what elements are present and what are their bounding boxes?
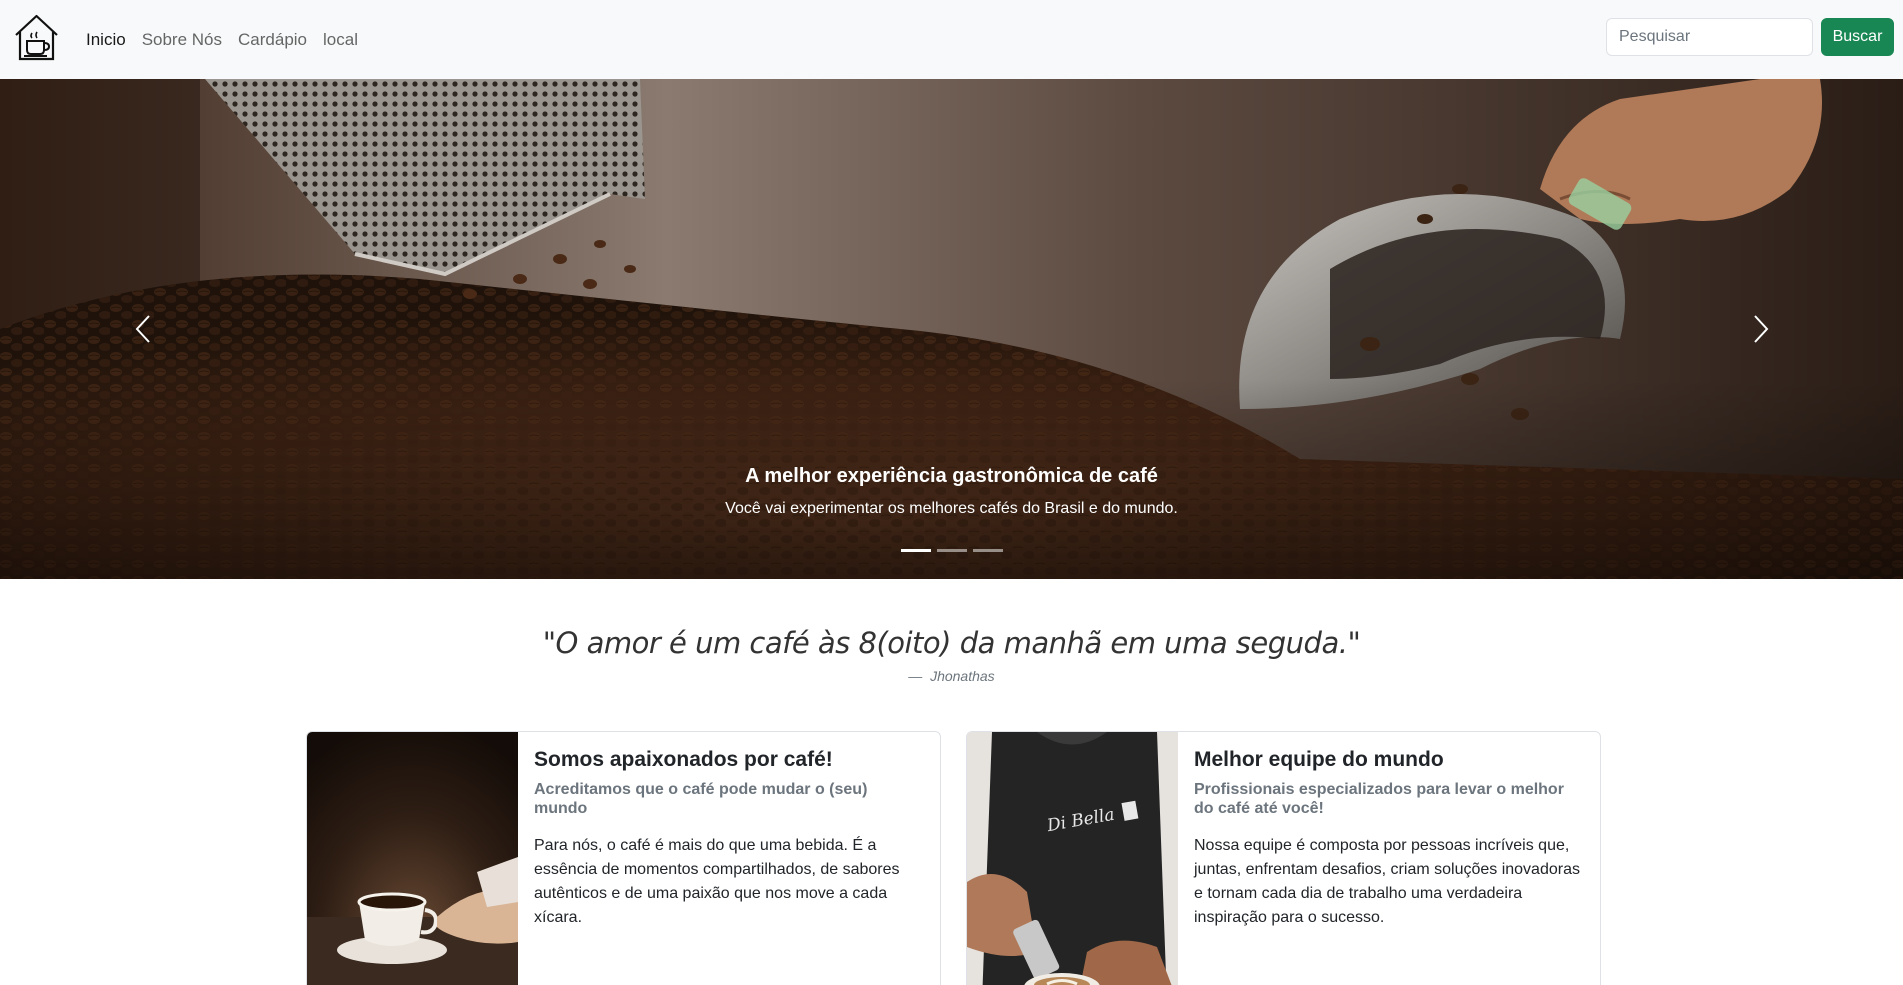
carousel-caption: A melhor experiência gastronômica de caf… (285, 465, 1618, 518)
nav-link-inicio[interactable]: Inicio (86, 30, 126, 50)
chevron-right-icon (1753, 315, 1768, 343)
card-text: Nossa equipe é composta por pessoas incr… (1194, 837, 1580, 927)
card-coffee-passion: Somos apaixonados por café! Acreditamos … (306, 731, 941, 985)
nav-link-cardapio[interactable]: Cardápio (238, 30, 307, 50)
coffee-house-logo-icon[interactable] (13, 13, 60, 62)
carousel-indicator-1[interactable] (900, 549, 931, 552)
nav-link-local[interactable]: local (323, 30, 358, 50)
navbar: Inicio Sobre Nós Cardápio local Buscar (0, 0, 1903, 79)
card-body: Somos apaixonados por café! Acreditamos … (534, 748, 924, 930)
card-best-team: Di Bella Melhor equipe do mundo Profissi… (966, 731, 1601, 985)
search-button[interactable]: Buscar (1821, 18, 1894, 56)
carousel-prev-button[interactable] (0, 79, 285, 579)
barista-image: Di Bella (967, 732, 1178, 985)
card-text: Para nós, o café é mais do que uma bebid… (534, 837, 900, 927)
search-input[interactable] (1606, 18, 1813, 56)
carousel-indicators (0, 549, 1903, 552)
quote-author-name: Jhonathas (930, 668, 995, 684)
carousel-caption-text: Você vai experimentar os melhores cafés … (725, 500, 1178, 517)
nav-links: Inicio Sobre Nós Cardápio local (86, 0, 358, 79)
card-subtitle: Profissionais especializados para levar … (1194, 781, 1564, 818)
carousel-caption-title: A melhor experiência gastronômica de caf… (745, 465, 1158, 487)
quote-text: "O amor é um café às 8(oito) da manhã em… (542, 626, 1361, 660)
hero-carousel: A melhor experiência gastronômica de caf… (0, 79, 1903, 579)
nav-link-sobre-nos[interactable]: Sobre Nós (142, 30, 222, 50)
carousel-indicator-2[interactable] (936, 549, 967, 552)
card-title: Somos apaixonados por café! (534, 748, 833, 771)
card-subtitle: Acreditamos que o café pode mudar o (seu… (534, 781, 868, 818)
chevron-left-icon (135, 315, 150, 343)
carousel-indicator-3[interactable] (972, 549, 1003, 552)
card-title: Melhor equipe do mundo (1194, 748, 1444, 771)
card-body: Melhor equipe do mundo Profissionais esp… (1194, 748, 1584, 930)
quote-block: "O amor é um café às 8(oito) da manhã em… (0, 626, 1903, 684)
carousel-next-button[interactable] (1618, 79, 1903, 579)
quote-author: — Jhonathas (908, 668, 995, 684)
coffee-cup-image (307, 732, 518, 985)
